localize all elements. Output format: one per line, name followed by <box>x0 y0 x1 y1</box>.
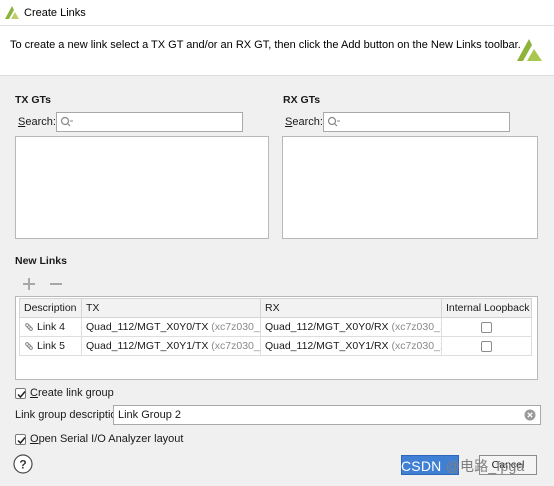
links-table: Description TX RX Internal Loopback Link… <box>19 298 532 356</box>
title-bar: Create Links <box>0 0 554 26</box>
tx-search-input[interactable]: - <box>56 112 243 132</box>
column-header-description[interactable]: Description <box>19 298 82 318</box>
rx-device: (xc7z030_1) <box>391 340 440 352</box>
link-description: Link 5 <box>37 340 66 352</box>
instruction-text: To create a new link select a TX GT and/… <box>10 39 521 51</box>
tx-gts-heading: TX GTs <box>15 94 51 106</box>
rx-cell[interactable]: Quad_112/MGT_X0Y1/RX (xc7z030_1) <box>260 336 442 356</box>
tx-device: (xc7z030_1) <box>211 321 260 333</box>
watermark-brand: CSDN <box>401 458 442 474</box>
open-analyzer-label: Open Serial I/O Analyzer layout <box>30 433 184 445</box>
column-header-internal-loopback[interactable]: Internal Loopback <box>441 298 532 318</box>
rx-cell[interactable]: Quad_112/MGT_X0Y0/RX (xc7z030_1) <box>260 317 442 337</box>
window-title: Create Links <box>24 7 86 19</box>
rx-gts-heading: RX GTs <box>283 94 321 106</box>
link-group-description-field[interactable]: Link Group 2 <box>113 405 541 425</box>
link-group-description-value: Link Group 2 <box>118 409 181 421</box>
table-row[interactable]: Link 4 Quad_112/MGT_X0Y0/TX (xc7z030_1) … <box>19 317 532 337</box>
watermark: CSDN @电路_fpga <box>401 456 524 476</box>
create-link-group-checkbox[interactable] <box>15 387 26 399</box>
vivado-logo-icon <box>5 6 19 19</box>
open-analyzer-option[interactable]: Open Serial I/O Analyzer layout <box>15 433 183 445</box>
watermark-author: @电路_fpga <box>445 458 525 474</box>
create-link-group-label: Create link group <box>30 387 114 399</box>
link-group-description-label: Link group description: <box>15 409 126 421</box>
tx-device: (xc7z030_1) <box>211 340 260 352</box>
xilinx-brand-logo-icon <box>517 39 542 61</box>
rx-path: Quad_112/MGT_X0Y0/RX <box>265 321 389 333</box>
search-placeholder: - <box>70 116 74 127</box>
help-icon: ? <box>19 458 26 472</box>
tx-gts-list[interactable] <box>15 136 269 239</box>
link-chain-icon <box>25 342 33 350</box>
minus-icon[interactable] <box>49 277 63 291</box>
table-header-row: Description TX RX Internal Loopback <box>19 298 532 318</box>
plus-icon[interactable] <box>22 277 36 291</box>
tx-cell[interactable]: Quad_112/MGT_X0Y1/TX (xc7z030_1) <box>81 336 261 356</box>
loopback-cell <box>441 336 532 356</box>
loopback-checkbox[interactable] <box>481 321 492 333</box>
tx-cell[interactable]: Quad_112/MGT_X0Y0/TX (xc7z030_1) <box>81 317 261 337</box>
table-row[interactable]: Link 5 Quad_112/MGT_X0Y1/TX (xc7z030_1) … <box>19 336 532 356</box>
clear-icon[interactable] <box>524 409 536 421</box>
checkmark-icon <box>17 436 26 444</box>
column-header-rx[interactable]: RX <box>260 298 442 318</box>
rx-gts-list[interactable] <box>282 136 538 239</box>
header-panel: To create a new link select a TX GT and/… <box>0 26 554 76</box>
checkmark-icon <box>17 390 26 398</box>
rx-path: Quad_112/MGT_X0Y1/RX <box>265 340 389 352</box>
new-links-table: Description TX RX Internal Loopback Link… <box>15 296 538 380</box>
link-description: Link 4 <box>37 321 66 333</box>
rx-search-label: Search: <box>285 116 323 128</box>
description-cell[interactable]: Link 5 <box>19 336 82 356</box>
tx-search-label: Search: <box>18 116 56 128</box>
loopback-checkbox[interactable] <box>481 340 492 352</box>
tx-path: Quad_112/MGT_X0Y0/TX <box>86 321 209 333</box>
column-header-tx[interactable]: TX <box>81 298 261 318</box>
create-link-group-option[interactable]: Create link group <box>15 387 114 399</box>
open-analyzer-checkbox[interactable] <box>15 433 26 445</box>
rx-device: (xc7z030_1) <box>391 321 440 333</box>
help-button[interactable]: ? <box>13 454 33 474</box>
search-placeholder: - <box>337 116 341 127</box>
tx-path: Quad_112/MGT_X0Y1/TX <box>86 340 209 352</box>
loopback-cell <box>441 317 532 337</box>
rx-search-input[interactable]: - <box>323 112 510 132</box>
new-links-heading: New Links <box>15 255 67 267</box>
description-cell[interactable]: Link 4 <box>19 317 82 337</box>
link-chain-icon <box>25 323 33 331</box>
